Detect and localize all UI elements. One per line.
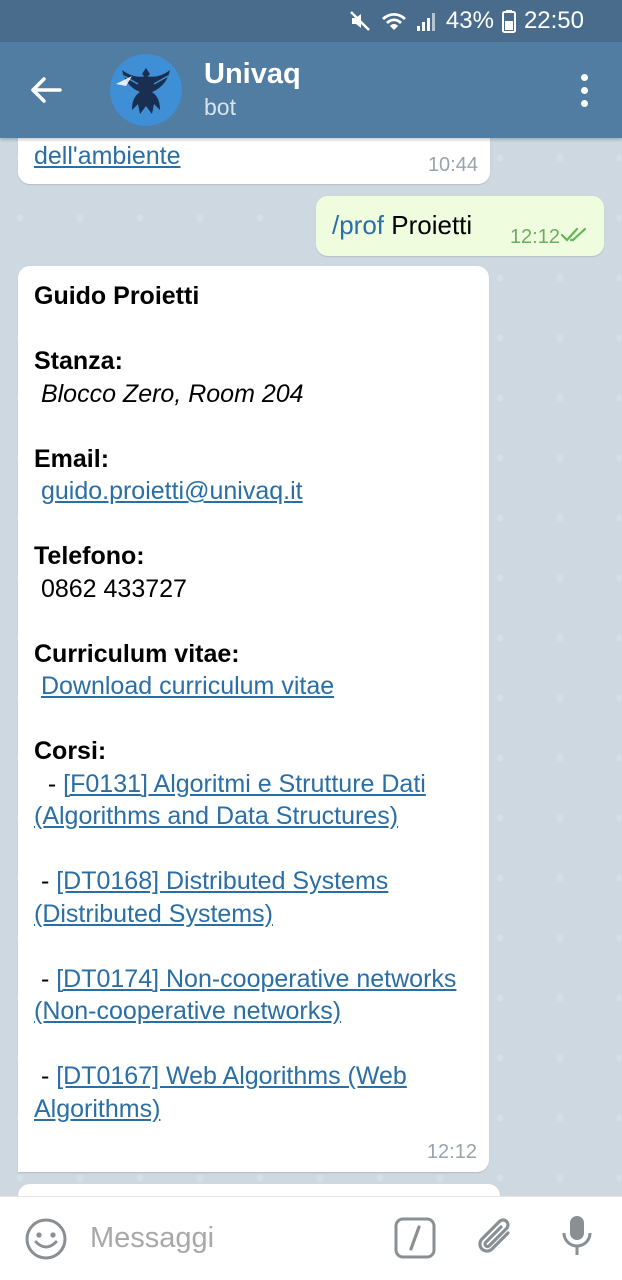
back-button[interactable] [26, 70, 66, 110]
message-bubble-incoming: Guido Proietti Stanza: Blocco Zero, Room… [18, 266, 489, 1172]
more-vert-icon [580, 73, 588, 81]
phone-label: Telefono: [34, 542, 145, 570]
bot-avatar[interactable] [110, 54, 182, 126]
message-time: 10:44 [427, 154, 478, 176]
bot-command-link[interactable]: /prof [332, 210, 384, 240]
emoji-icon [25, 1218, 67, 1260]
cv-download-link[interactable]: Download curriculum vitae [41, 672, 334, 700]
wifi-icon [380, 9, 408, 33]
paperclip-icon [478, 1218, 510, 1253]
professor-info: Guido Proietti Stanza: Blocco Zero, Room… [34, 280, 478, 1125]
chat-header: Univaq bot [0, 42, 622, 138]
bot-commands-button[interactable] [394, 1217, 436, 1264]
message-time: 12:12 [509, 226, 560, 248]
message-bubble-previous: dell'ambiente 10:44 [18, 138, 490, 184]
arrow-left-icon [31, 77, 62, 103]
course-link[interactable]: [DT0168] Distributed Systems (Distribute… [34, 867, 388, 928]
emoji-button[interactable] [24, 1217, 68, 1266]
message-bubble-next [18, 1184, 500, 1196]
microphone-icon [562, 1216, 592, 1255]
email-link[interactable]: guido.proietti@univaq.it [41, 477, 303, 505]
more-options-button[interactable] [574, 70, 594, 110]
mute-icon [348, 9, 372, 33]
clock: 22:50 [523, 7, 584, 34]
cv-label: Curriculum vitae: [34, 639, 240, 668]
room-value: Blocco Zero, Room 204 [34, 379, 304, 408]
phone-value: 0862 433727 [34, 574, 187, 603]
course-item: - [DT0167] Web Algorithms (Web Algorithm… [34, 1062, 407, 1123]
chat-title-block[interactable]: Univaq bot [204, 56, 301, 122]
email-label: Email: [34, 444, 110, 473]
battery-percentage: 43% [445, 7, 494, 34]
slash-command-icon [394, 1217, 436, 1259]
attach-button[interactable] [474, 1215, 518, 1266]
course-item: - [DT0168] Distributed Systems (Distribu… [34, 867, 389, 928]
message-time: 12:12 [426, 1141, 477, 1163]
status-indicators: 43% 22:50 [348, 0, 584, 42]
course-item: - [F0131] Algoritmi e Strutture Dati (Al… [34, 769, 426, 831]
courses-label: Corsi: [34, 737, 107, 765]
chat-subtitle: bot [204, 94, 236, 120]
message-composer [0, 1196, 622, 1280]
course-link[interactable]: [DT0167] Web Algorithms (Web Algorithms) [34, 1062, 407, 1123]
status-bar: 43% 22:50 [0, 0, 622, 42]
message-bubble-outgoing: /prof Proietti 12:12 [316, 196, 604, 256]
message-input[interactable] [90, 1215, 370, 1261]
double-check-icon [560, 227, 587, 242]
outgoing-message-text: /prof Proietti [332, 210, 472, 241]
chat-title: Univaq [204, 58, 301, 90]
chat-area[interactable]: dell'ambiente 10:44 /prof Proietti 12:12… [0, 138, 622, 1196]
previous-message-link[interactable]: dell'ambiente [34, 142, 181, 171]
course-link[interactable]: [DT0174] Non-cooperative networks (Non-c… [34, 965, 456, 1026]
eagle-logo-icon [110, 54, 182, 126]
professor-name: Guido Proietti [34, 282, 200, 310]
course-item: - [DT0174] Non-cooperative networks (Non… [34, 964, 457, 1026]
course-link[interactable]: [F0131] Algoritmi e Strutture Dati (Algo… [34, 770, 426, 831]
battery-icon [501, 9, 516, 33]
room-label: Stanza: [34, 347, 123, 375]
voice-message-button[interactable] [560, 1213, 594, 1264]
signal-icon [416, 9, 438, 33]
outgoing-message-arg: Proietti [384, 210, 473, 240]
